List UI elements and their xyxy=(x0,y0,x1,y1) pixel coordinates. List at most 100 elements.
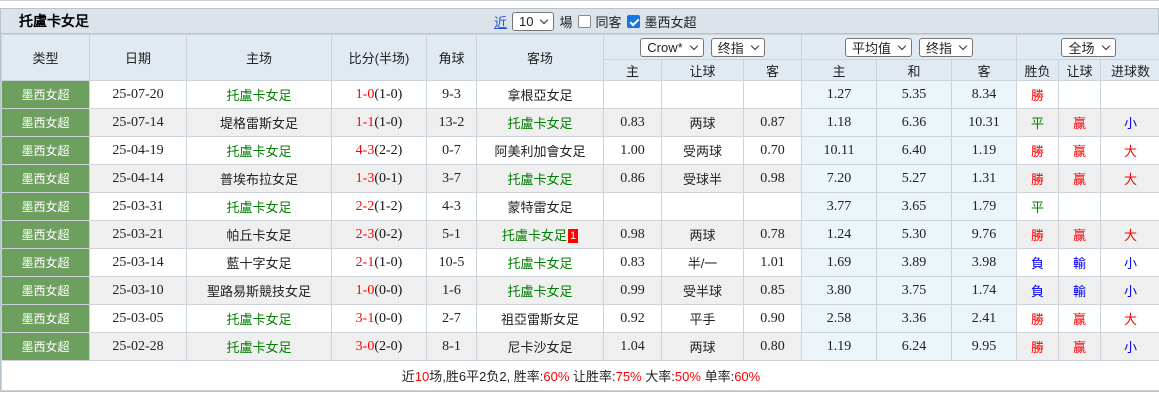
result-wdl-cell: 負 xyxy=(1016,276,1059,305)
table-row: 墨西女超 25-04-14 普埃布拉女足 1-3(0-1) 3-7 托盧卡女足 … xyxy=(1,164,1159,193)
score-cell: 3-0(2-0) xyxy=(331,332,427,361)
score-cell: 1-1(1-0) xyxy=(331,108,427,137)
match-scope-select[interactable]: 全场 xyxy=(1061,37,1116,57)
fulltime-score: 1-3 xyxy=(355,170,375,186)
result-goals-cell: 小 xyxy=(1100,276,1159,305)
odds-home-cell: 0.98 xyxy=(603,220,662,249)
result-goals-cell xyxy=(1100,192,1159,221)
avg-stage-select[interactable]: 终指 xyxy=(919,37,974,57)
away-team-name: 尼卡沙女足 xyxy=(507,340,573,355)
away-team-cell: 蒙特雷女足 xyxy=(476,192,604,221)
home-team-cell: 托盧卡女足 xyxy=(186,332,332,361)
bookmaker-stage-select[interactable]: 终指 xyxy=(710,37,765,57)
corner-cell: 13-2 xyxy=(426,108,477,137)
corner-cell: 8-1 xyxy=(426,332,477,361)
match-date: 25-07-20 xyxy=(89,80,187,109)
odds-home-cell: 0.86 xyxy=(603,164,662,193)
result-goals-cell: 大 xyxy=(1100,164,1159,193)
avg-method-select[interactable]: 平均值 xyxy=(844,37,912,57)
match-date: 25-03-21 xyxy=(89,220,187,249)
recent-link[interactable]: 近 xyxy=(494,12,507,31)
away-team-name: 托盧卡女足 xyxy=(507,172,573,187)
match-date: 25-03-05 xyxy=(89,304,187,333)
table-row: 墨西女超 25-03-10 聖路易斯競技女足 1-0(0-0) 1-6 托盧卡女… xyxy=(1,276,1159,305)
table-row: 墨西女超 25-03-05 托盧卡女足 3-1(0-0) 2-7 祖亞雷斯女足 … xyxy=(1,304,1159,333)
result-wdl-cell: 勝 xyxy=(1016,164,1059,193)
fulltime-score: 2-2 xyxy=(355,198,375,214)
home-team-cell: 聖路易斯競技女足 xyxy=(186,276,332,305)
avg-home-cell: 3.80 xyxy=(801,276,877,305)
away-team-cell: 拿根亞女足 xyxy=(476,80,604,109)
avg-home-cell: 3.77 xyxy=(801,192,877,221)
col-result-handicap: 让球 xyxy=(1058,59,1101,81)
score-cell: 1-0(0-0) xyxy=(331,276,427,305)
result-goals-cell: 大 xyxy=(1100,304,1159,333)
away-team-name: 拿根亞女足 xyxy=(507,88,573,103)
home-team-name: 托盧卡女足 xyxy=(226,312,292,327)
away-team-cell: 托盧卡女足 1 xyxy=(476,220,604,249)
league-filter-checkbox[interactable] xyxy=(626,15,640,28)
handicap-odds-group: Crow* 终指 xyxy=(603,34,802,60)
footer-summary-segment: 75% xyxy=(615,369,642,384)
chevron-down-icon xyxy=(1101,41,1110,50)
home-team-name: 普埃布拉女足 xyxy=(219,172,298,187)
table-row: 墨西女超 25-03-14 藍十字女足 2-1(1-0) 10-5 托盧卡女足 … xyxy=(1,248,1159,277)
avg-away-cell: 1.74 xyxy=(951,276,1017,305)
avg-draw-cell: 3.36 xyxy=(876,304,952,333)
home-team-name: 托盧卡女足 xyxy=(226,340,292,355)
odds-away-cell: 1.01 xyxy=(743,248,802,277)
match-history-table: 类型 日期 主场 比分(半场) 角球 客场 Crow* 终指 平均值 终指 全场… xyxy=(1,34,1159,391)
footer-summary-segment: 近 xyxy=(401,369,415,384)
halftime-score: (1-0) xyxy=(374,114,403,130)
avg-away-cell: 1.19 xyxy=(951,136,1017,165)
match-date: 25-03-10 xyxy=(89,276,187,305)
corner-cell: 3-7 xyxy=(426,164,477,193)
bookmaker-stage-value: 终指 xyxy=(717,40,744,56)
odds-handicap-cell: 受球半 xyxy=(661,164,744,193)
odds-away-cell: 0.70 xyxy=(743,136,802,165)
footer-summary-segment: 60% xyxy=(543,369,570,384)
halftime-score: (0-1) xyxy=(374,170,403,186)
match-history-widget: 托盧卡女足 近 10 場 同客 墨西女超 类型 日期 主场 比分(半场) 角球 … xyxy=(0,8,1159,392)
odds-handicap-cell: 两球 xyxy=(661,108,744,137)
col-away: 客场 xyxy=(476,34,604,81)
score-cell: 1-3(0-1) xyxy=(331,164,427,193)
match-rows: 墨西女超 25-07-20 托盧卡女足 1-0(1-0) 9-3 拿根亞女足 1… xyxy=(1,80,1159,361)
col-home: 主场 xyxy=(186,34,332,81)
recent-count-select[interactable]: 10 xyxy=(512,12,555,31)
odds-handicap-cell: 两球 xyxy=(661,332,744,361)
home-team-name: 托盧卡女足 xyxy=(226,200,292,215)
home-team-name: 藍十字女足 xyxy=(226,256,292,271)
odds-handicap-cell: 两球 xyxy=(661,220,744,249)
halftime-score: (0-0) xyxy=(374,282,403,298)
halftime-score: (1-0) xyxy=(374,86,403,102)
avg-method-value: 平均值 xyxy=(851,40,891,56)
avg-home-cell: 1.19 xyxy=(801,332,877,361)
odds-home-cell: 0.99 xyxy=(603,276,662,305)
away-team-name: 祖亞雷斯女足 xyxy=(500,312,579,327)
odds-away-cell: 0.78 xyxy=(743,220,802,249)
col-avg-home: 主 xyxy=(801,59,877,81)
avg-away-cell: 3.98 xyxy=(951,248,1017,277)
avg-draw-cell: 6.36 xyxy=(876,108,952,137)
result-wdl-cell: 負 xyxy=(1016,248,1059,277)
result-handicap-cell: 赢 xyxy=(1058,332,1101,361)
page-title: 托盧卡女足 xyxy=(19,13,89,29)
score-cell: 3-1(0-0) xyxy=(331,304,427,333)
league-badge: 墨西女超 xyxy=(1,164,90,193)
avg-away-cell: 8.34 xyxy=(951,80,1017,109)
home-team-cell: 托盧卡女足 xyxy=(186,80,332,109)
col-avg-draw: 和 xyxy=(876,59,952,81)
score-cell: 2-1(1-0) xyxy=(331,248,427,277)
result-goals-cell xyxy=(1100,80,1159,109)
bookmaker-select[interactable]: Crow* xyxy=(640,37,704,57)
odds-away-cell xyxy=(743,80,802,109)
chevron-down-icon xyxy=(750,41,759,50)
footer-summary-segment: 60% xyxy=(734,369,761,384)
odds-home-cell: 0.83 xyxy=(603,108,662,137)
same-away-checkbox[interactable] xyxy=(577,15,591,28)
result-handicap-cell: 赢 xyxy=(1058,164,1101,193)
avg-draw-cell: 6.40 xyxy=(876,136,952,165)
home-team-name: 托盧卡女足 xyxy=(226,144,292,159)
odds-home-cell: 0.92 xyxy=(603,304,662,333)
